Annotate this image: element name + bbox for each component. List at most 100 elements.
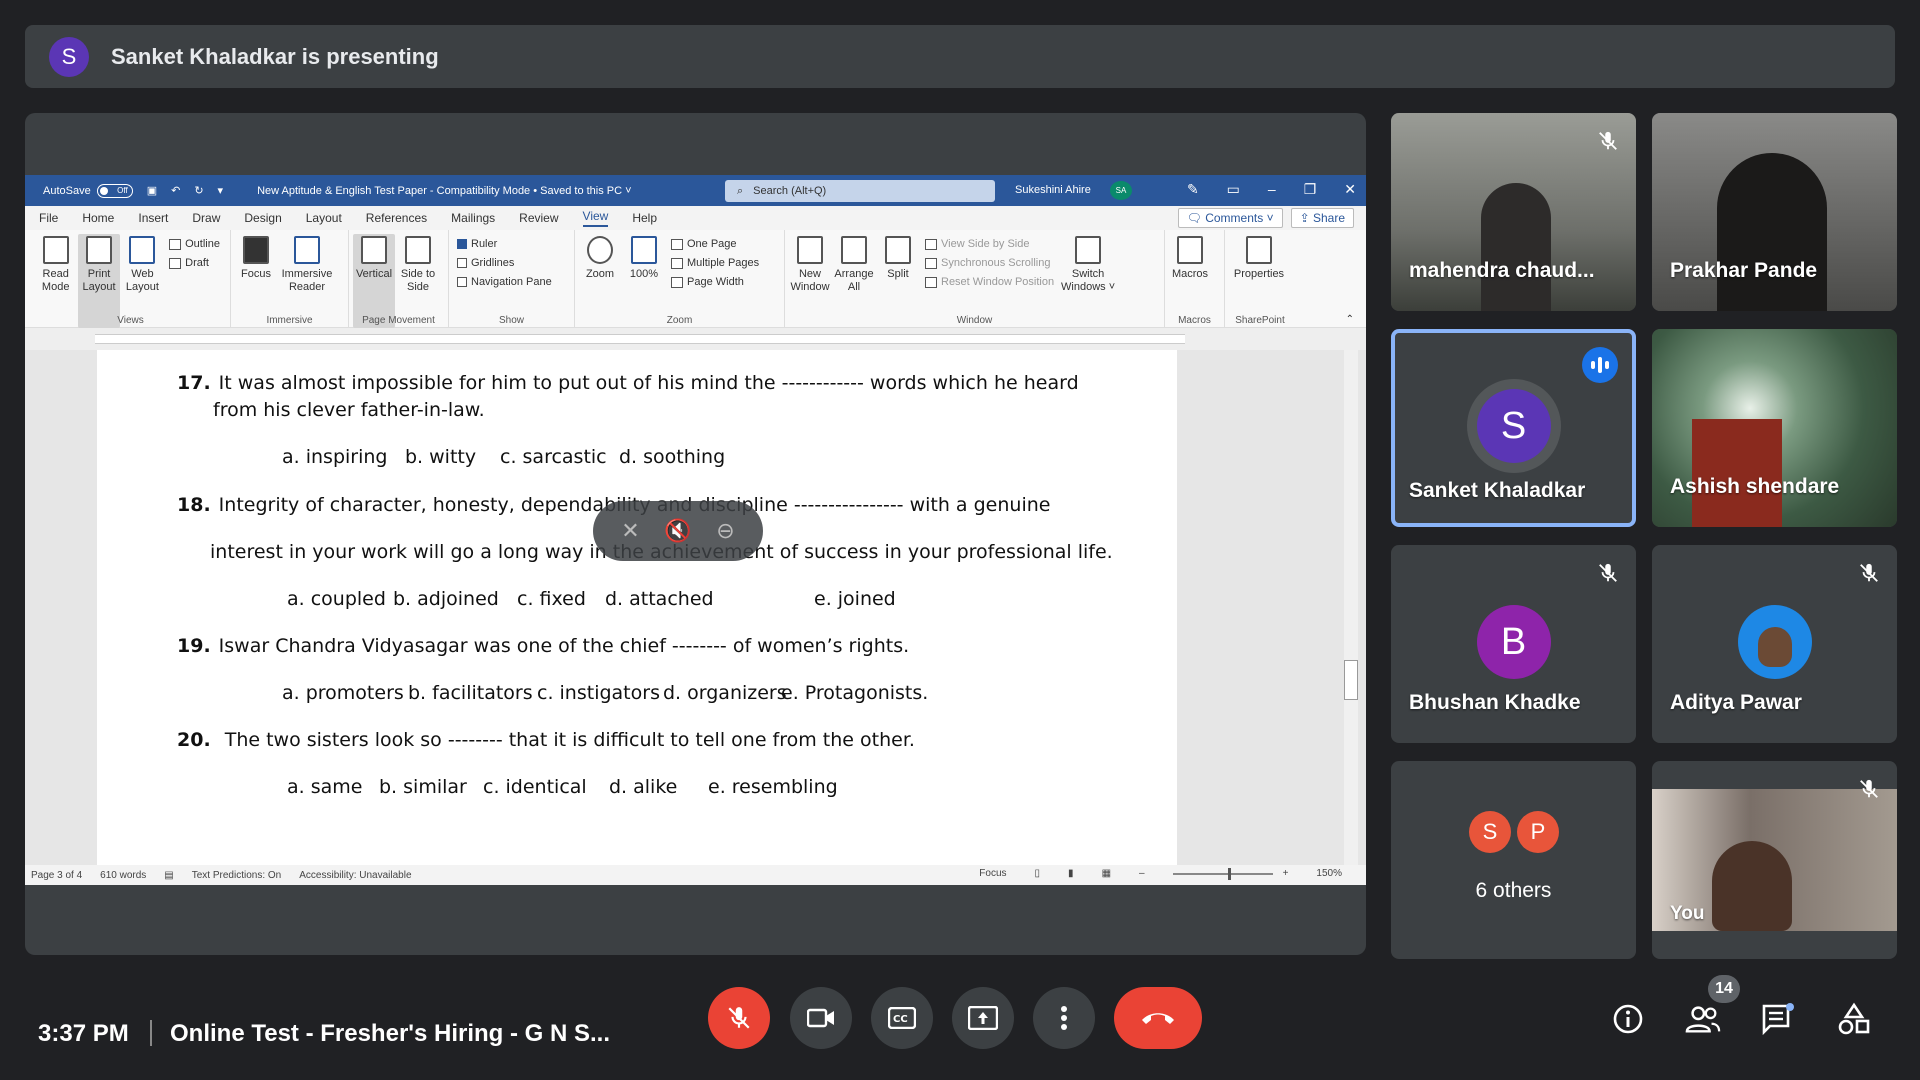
horizontal-ruler[interactable] [25,328,1366,350]
split-label: Split [887,268,909,280]
activities-button[interactable] [1836,1001,1872,1037]
text-predictions[interactable]: Text Predictions: On [192,870,281,881]
tab-mailings[interactable]: Mailings [451,211,495,225]
page-width-button[interactable]: Page Width [671,276,759,288]
macros-button[interactable]: Macros [1169,234,1211,328]
chat-button[interactable] [1760,1001,1796,1037]
undo-icon[interactable]: ↶ [171,184,180,197]
focus-button[interactable]: Focus [235,234,277,328]
document-title[interactable]: New Aptitude & English Test Paper - Comp… [257,185,631,197]
ruler-checkbox[interactable]: Ruler [457,238,552,250]
remove-icon[interactable]: ⊖ [716,518,734,544]
focus-mode-button[interactable]: Focus [979,868,1006,879]
participant-tile[interactable]: Prakhar Pande [1652,113,1897,311]
present-button[interactable] [952,987,1014,1049]
meeting-name[interactable]: Online Test - Fresher's Hiring - G N S..… [170,1020,610,1048]
save-icon[interactable]: ▣ [147,184,157,197]
zoom-slider[interactable] [1172,867,1273,880]
pin-off-icon[interactable]: ✕ [621,518,639,544]
draft-button[interactable]: Draft [169,257,220,269]
self-tile[interactable]: You [1652,761,1897,959]
user-name[interactable]: Sukeshini Ahire [1015,184,1091,196]
document-page[interactable]: 17. It was almost impossible for him to p… [97,350,1177,865]
volume-off-icon[interactable]: 🔇 [664,518,691,544]
accessibility-status[interactable]: Accessibility: Unavailable [299,870,411,881]
others-tile[interactable]: S P 6 others [1391,761,1636,959]
split-button[interactable]: Split [877,234,919,328]
reset-window-button[interactable]: Reset Window Position [925,276,1054,288]
read-mode-button[interactable]: Read Mode [35,234,76,328]
zoom-button[interactable]: Zoom [579,234,621,328]
captions-button[interactable]: CC [871,987,933,1049]
read-mode-view-icon[interactable]: ▯ [1035,868,1041,879]
one-page-button[interactable]: One Page [671,238,759,250]
participant-tile[interactable]: Aditya Pawar [1652,545,1897,743]
tab-references[interactable]: References [366,211,427,225]
ribbon-display-icon[interactable]: ▭ [1227,181,1240,198]
autosave-toggle[interactable]: AutoSave Off [43,183,133,198]
word-count[interactable]: 610 words [100,870,146,881]
group-views: Read Mode Print Layout Web Layout Outlin… [31,230,231,328]
tab-insert[interactable]: Insert [138,211,168,225]
vertical-button[interactable]: Vertical [353,234,395,328]
restore-icon[interactable]: ❐ [1304,181,1317,198]
redo-icon[interactable]: ↻ [194,184,203,197]
comments-button[interactable]: 🗨 Comments ˅ [1177,208,1283,228]
autosave-switch[interactable]: Off [96,183,133,198]
web-layout-button[interactable]: Web Layout [122,234,163,328]
tab-help[interactable]: Help [632,211,657,225]
zoom-in-icon[interactable]: + [1283,868,1289,879]
navigation-pane-checkbox[interactable]: Navigation Pane [457,276,552,288]
gridlines-checkbox[interactable]: Gridlines [457,257,552,269]
tab-draw[interactable]: Draw [192,211,220,225]
close-icon[interactable]: ✕ [1344,181,1356,198]
zoom-level[interactable]: 150% [1316,868,1342,879]
view-side-by-side-button[interactable]: View Side by Side [925,238,1054,250]
immersive-reader-button[interactable]: Immersive Reader [279,234,335,328]
customize-chevron-icon[interactable]: ▾ [218,184,224,197]
tab-view[interactable]: View [582,209,609,227]
tab-design[interactable]: Design [244,211,281,225]
tab-home[interactable]: Home [82,211,114,225]
share-button[interactable]: ⇪ Share [1290,208,1354,228]
arrange-all-button[interactable]: Arrange All [833,234,875,328]
switch-windows-button[interactable]: Switch Windows ˅ [1060,234,1116,328]
minimize-icon[interactable]: – [1268,181,1276,198]
web-layout-view-icon[interactable]: ▦ [1102,868,1111,879]
tab-file[interactable]: File [39,211,58,225]
outline-button[interactable]: Outline [169,238,220,250]
meeting-details-button[interactable] [1610,1001,1646,1037]
tab-review[interactable]: Review [519,211,558,225]
zoom-100-button[interactable]: 100% [623,234,665,328]
new-window-button[interactable]: New Window [789,234,831,328]
zoom-out-icon[interactable]: – [1139,868,1145,879]
print-layout-view-icon[interactable]: ▮ [1068,868,1074,879]
participant-tile[interactable]: B Bhushan Khadke [1391,545,1636,743]
print-layout-button[interactable]: Print Layout [78,234,120,328]
outline-icon [169,238,182,250]
pen-icon[interactable]: ✎ [1187,181,1199,198]
side-to-side-button[interactable]: Side to Side [397,234,439,328]
participant-tile[interactable]: S Sanket Khaladkar [1391,329,1636,527]
scrollbar-thumb[interactable] [1344,660,1358,700]
participant-tile[interactable]: Ashish shendare [1652,329,1897,527]
participant-tile[interactable]: mahendra chaud... [1391,113,1636,311]
proofing-icon[interactable]: ▤ [164,870,173,881]
sync-scrolling-button[interactable]: Synchronous Scrolling [925,257,1054,269]
vertical-scrollbar[interactable] [1344,350,1358,865]
participant-name: Prakhar Pande [1670,259,1818,282]
hang-up-icon [1142,1013,1174,1024]
page-count[interactable]: Page 3 of 4 [31,870,82,881]
word-statusbar: Page 3 of 4 610 words ▤ Text Predictions… [25,865,1366,885]
tab-layout[interactable]: Layout [306,211,342,225]
camera-button[interactable] [790,987,852,1049]
collapse-ribbon-icon[interactable]: ⌃ [1346,314,1354,325]
more-options-button[interactable] [1033,987,1095,1049]
leave-call-button[interactable] [1114,987,1202,1049]
user-initials-badge[interactable]: SA [1110,181,1132,200]
search-input[interactable]: ⌕ Search (Alt+Q) [725,180,995,202]
multiple-pages-button[interactable]: Multiple Pages [671,257,759,269]
microphone-button[interactable] [708,987,770,1049]
people-button[interactable] [1685,1001,1721,1037]
properties-button[interactable]: Properties [1229,234,1289,328]
